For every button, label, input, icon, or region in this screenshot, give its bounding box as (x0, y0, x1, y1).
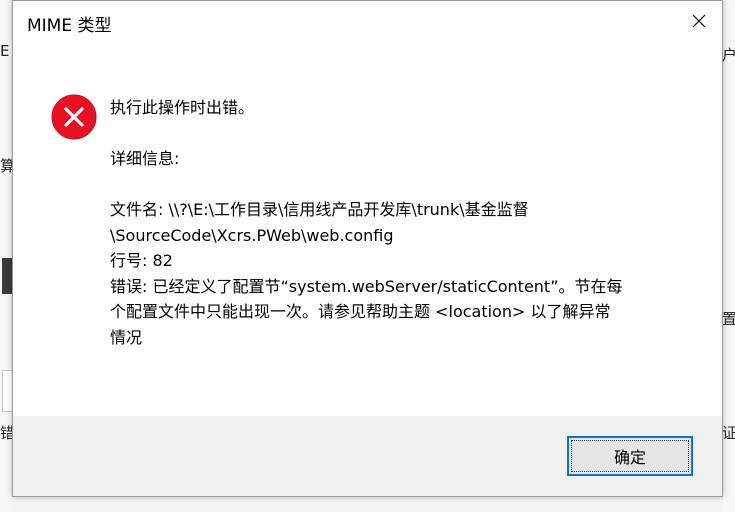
message-filename-cont: \SourceCode\Xcrs.PWeb\web.config (110, 225, 394, 245)
background-thumbnail (2, 258, 12, 294)
error-message: 执行此操作时出错。 详细信息: 文件名: \\?\E:\工作目录\信用线产品开发… (110, 95, 690, 350)
message-filename: 文件名: \\?\E:\工作目录\信用线产品开发库\trunk\基金监督 (110, 200, 529, 219)
background-fragment: 置 (722, 310, 735, 328)
message-error-end: 情况 (110, 327, 143, 347)
ok-button[interactable]: 确定 (567, 436, 693, 476)
dialog-footer: 确定 (13, 416, 722, 496)
close-button[interactable] (676, 1, 722, 41)
message-summary: 执行此操作时出错。 (110, 98, 255, 117)
background-fragment: E (0, 42, 10, 60)
dialog-titlebar[interactable]: MIME 类型 (13, 1, 722, 41)
message-details-heading: 详细信息: (110, 149, 180, 168)
background-fragment: 户 (722, 46, 735, 64)
message-line-number: 行号: 82 (110, 251, 173, 270)
message-error: 错误: 已经定义了配置节“system.webServer/staticCont… (110, 276, 623, 296)
dialog-title: MIME 类型 (27, 16, 112, 36)
mime-type-error-dialog: MIME 类型 执行此操作时出错。 详细信息: 文件名: \\?\E:\工作目录… (12, 0, 723, 497)
background-fragment: 证 (722, 424, 735, 442)
close-icon (692, 14, 706, 28)
message-error-cont: 个配置文件中只能出现一次。请参见帮助主题 <location> 以了解异常 (110, 302, 611, 321)
error-icon (51, 94, 97, 140)
